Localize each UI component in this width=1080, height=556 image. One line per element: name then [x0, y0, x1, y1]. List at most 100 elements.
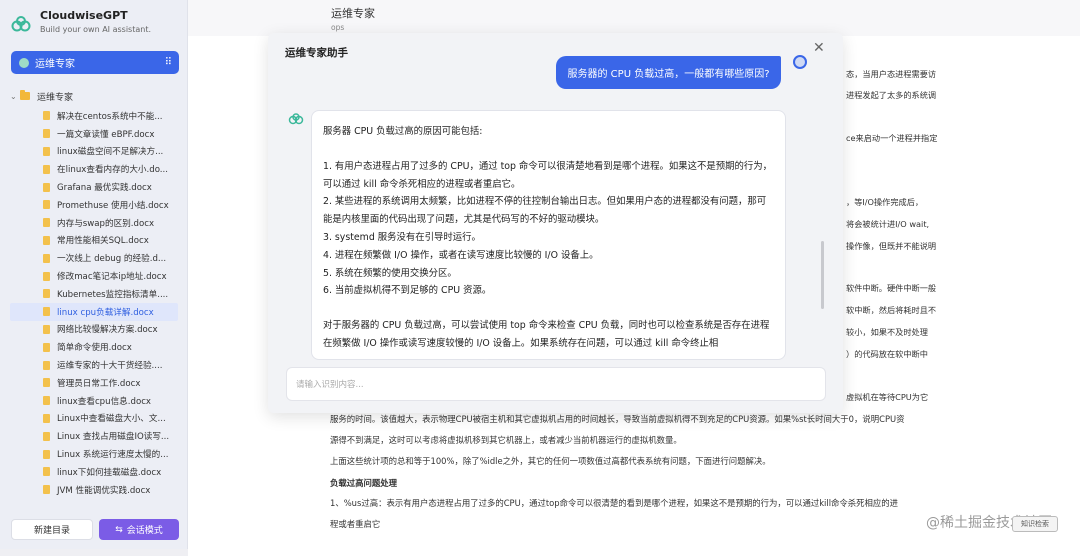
sidebar-item[interactable]: Grafana 最优实践.docx	[10, 178, 182, 196]
document-header: 运维专家 ops	[331, 5, 375, 32]
chat-input[interactable]: 请输入识别内容...	[286, 367, 826, 401]
sidebar-item-label: 一次线上 debug 的经验.d...	[57, 254, 167, 265]
doc-heading: 负载过高问题处理	[330, 478, 397, 488]
bot-message: 服务器 CPU 负载过高的原因可能包括: 1. 有用户态进程占用了过多的 CPU…	[311, 110, 786, 360]
sidebar-item[interactable]: 运维专家的十大干货经验....	[10, 356, 182, 374]
sidebar-item-label: linux查看cpu信息.docx	[57, 396, 152, 407]
document-icon	[43, 396, 50, 406]
sidebar-item-label: linux磁盘空间不足解决方...	[57, 147, 164, 158]
assistant-mode-label: 运维专家	[35, 59, 75, 70]
bot-paragraph: 服务器 CPU 负载过高的原因可能包括:	[323, 126, 483, 137]
assistant-modal: 运维专家助手 ✕ 服务器的 CPU 负载过高，一般都有哪些原因? 服务器 CPU…	[268, 33, 843, 413]
sidebar-item-label: 管理员日常工作.docx	[57, 378, 141, 389]
sidebar-item-label: 修改mac笔记本ip地址.docx	[57, 272, 167, 283]
knowledge-search-button[interactable]: 知识检索	[1012, 516, 1058, 532]
sidebar-item[interactable]: Promethuse 使用小结.docx	[10, 196, 182, 214]
doc-line: 1、%us过高：表示有用户态进程占用了过多的CPU，通过top命令可以很清楚的看…	[330, 498, 899, 508]
chevron-down-icon[interactable]: ⌄	[10, 92, 20, 101]
sidebar-actions: 新建目录 ⇆ 会话模式	[11, 519, 179, 540]
document-icon	[43, 129, 50, 139]
doc-fragment: 态，当用户态进程需要访	[846, 69, 937, 79]
document-icon	[43, 342, 50, 352]
document-icon	[43, 485, 50, 495]
chat-mode-button[interactable]: ⇆ 会话模式	[99, 519, 179, 540]
sidebar-item-label: Linux 系统运行速度太慢的...	[57, 450, 169, 461]
doc-fragment: 将会被统计进I/O wait,	[846, 219, 930, 229]
brand: CloudwiseGPT Build your own AI assistant…	[10, 9, 151, 35]
doc-fragment: ce来启动一个进程并指定	[846, 133, 938, 143]
sidebar-item-label: Kubernetes监控指标清单....	[57, 289, 169, 300]
tree-root[interactable]: ⌄ 运维专家	[10, 89, 182, 103]
sidebar-item[interactable]: JVM 性能调优实践.docx	[10, 481, 182, 499]
sidebar-item[interactable]: Kubernetes监控指标清单....	[10, 285, 182, 303]
folder-icon	[20, 90, 30, 100]
doc-fragment: 较小，如果不及时处理	[846, 327, 928, 337]
app-tagline: Build your own AI assistant.	[40, 25, 151, 34]
doc-fragment: ，等I/O操作完成后，	[846, 197, 924, 207]
doc-fragment: 软件中断。硬件中断一般	[846, 283, 937, 293]
sidebar-item[interactable]: 解决在centos系统中不能...	[10, 107, 182, 125]
doc-line: 程或者重启它	[330, 519, 381, 529]
grid-icon[interactable]: ⠿	[165, 57, 172, 68]
sidebar-item[interactable]: Linux中查看磁盘大小、文...	[10, 410, 182, 428]
doc-fragment: ）的代码放在软中断中	[846, 349, 928, 359]
doc-fragment: 软中断，然后将耗时且不	[846, 305, 937, 315]
scrollbar[interactable]	[821, 241, 824, 309]
sidebar-item-label: 运维专家的十大干货经验....	[57, 361, 163, 372]
sidebar-item[interactable]: 修改mac笔记本ip地址.docx	[10, 267, 182, 285]
document-icon	[43, 271, 50, 281]
document-icon	[43, 253, 50, 263]
doc-fragment: 虚拟机在等待CPU为它	[846, 392, 929, 402]
sidebar-item[interactable]: linux下如何挂载磁盘.docx	[10, 463, 182, 481]
chat-mode-label: 会话模式	[126, 526, 163, 536]
sidebar-item[interactable]: 一次线上 debug 的经验.d...	[10, 249, 182, 267]
document-icon	[43, 235, 50, 245]
bot-paragraph: 1. 有用户态进程占用了过多的 CPU，通过 top 命令可以很清楚地看到是哪个…	[323, 160, 773, 297]
document-title: 运维专家	[331, 7, 375, 20]
sidebar-item-label: Promethuse 使用小结.docx	[57, 200, 169, 211]
sidebar-item[interactable]: Linux 查找占用磁盘IO读写...	[10, 427, 182, 445]
sidebar-item[interactable]: linux cpu负载详解.docx	[10, 302, 178, 321]
sidebar-item-label: 常用性能相关SQL.docx	[57, 236, 149, 247]
sidebar-item[interactable]: linux磁盘空间不足解决方...	[10, 143, 182, 161]
doc-fragment: 操作像，但既并不能说明	[846, 241, 937, 251]
document-icon	[43, 324, 50, 334]
bot-paragraph: 对于服务器的 CPU 负载过高，可以尝试使用 top 命令来检查 CPU 负载，…	[323, 320, 770, 349]
document-icon	[43, 360, 50, 370]
sidebar-item-label: 网络比较慢解决方案.docx	[57, 325, 158, 336]
sidebar-item[interactable]: 常用性能相关SQL.docx	[10, 232, 182, 250]
document-icon	[43, 467, 50, 477]
sidebar-item-label: 一篇文章读懂 eBPF.docx	[57, 129, 155, 140]
sidebar-item-label: 解决在centos系统中不能...	[57, 111, 163, 122]
document-icon	[43, 164, 50, 174]
sidebar-item[interactable]: 内存与swap的区别.docx	[10, 214, 182, 232]
bot-avatar-icon	[288, 113, 304, 125]
user-avatar	[793, 55, 807, 69]
doc-fragment: 进程发起了太多的系统调	[846, 90, 937, 100]
knowledge-tree: ⌄ 运维专家 解决在centos系统中不能... 一篇文章读懂 eBPF.docx…	[10, 89, 182, 499]
sidebar-item[interactable]: 网络比较慢解决方案.docx	[10, 321, 182, 339]
doc-line: 上面这些统计项的总和等于100%，除了%idle之外，其它的任何一项数值过高都代…	[330, 456, 771, 466]
document-icon	[43, 378, 50, 388]
swap-icon: ⇆	[115, 524, 123, 535]
tree-items: 解决在centos系统中不能... 一篇文章读懂 eBPF.docx linux磁盘…	[10, 107, 182, 499]
user-message: 服务器的 CPU 负载过高，一般都有哪些原因?	[556, 56, 781, 89]
sidebar-item[interactable]: linux查看cpu信息.docx	[10, 392, 182, 410]
sidebar-item-label: 在linux查看内存的大小.do...	[57, 165, 168, 176]
sidebar-item[interactable]: 一篇文章读懂 eBPF.docx	[10, 125, 182, 143]
sidebar-item-label: JVM 性能调优实践.docx	[57, 485, 151, 496]
tree-root-label: 运维专家	[37, 92, 74, 103]
sidebar-item-label: Linux中查看磁盘大小、文...	[57, 414, 166, 425]
doc-line: 服务的时间。该值越大，表示物理CPU被宿主机和其它虚拟机占用的时间越长，导致当前…	[330, 414, 905, 424]
assistant-mode-button[interactable]: 运维专家 ⠿	[11, 51, 179, 74]
sidebar-item[interactable]: Linux 系统运行速度太慢的...	[10, 445, 182, 463]
new-directory-button[interactable]: 新建目录	[11, 519, 93, 540]
close-icon[interactable]: ✕	[813, 40, 825, 56]
document-icon	[43, 146, 50, 156]
document-icon	[43, 111, 50, 121]
sidebar-item[interactable]: 简单命令使用.docx	[10, 338, 182, 356]
sidebar-item[interactable]: 在linux查看内存的大小.do...	[10, 160, 182, 178]
document-icon	[43, 289, 50, 299]
sidebar-item[interactable]: 管理员日常工作.docx	[10, 374, 182, 392]
sidebar-item-label: linux下如何挂载磁盘.docx	[57, 467, 162, 478]
